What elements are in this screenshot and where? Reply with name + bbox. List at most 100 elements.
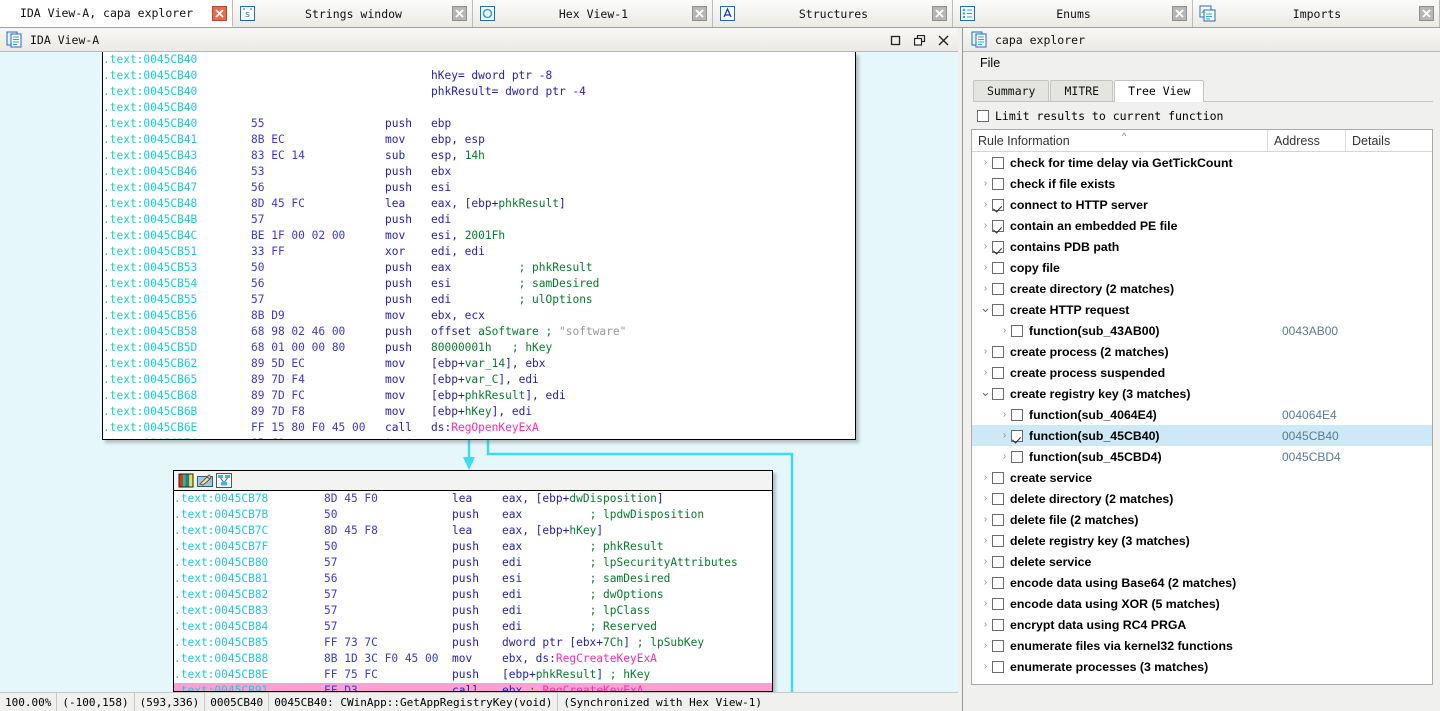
row-checkbox[interactable] [1011, 430, 1023, 442]
row-checkbox[interactable] [992, 283, 1004, 295]
disassembly-line[interactable]: .text:0045CB8156pushesi ; samDesired [174, 571, 772, 587]
chevron-right-icon[interactable]: › [979, 263, 992, 273]
chevron-right-icon[interactable]: › [979, 515, 992, 525]
rules-tree[interactable]: Rule Information ^ Address Details ›chec… [971, 129, 1433, 685]
row-checkbox[interactable] [992, 535, 1004, 547]
disassembly-line[interactable]: .text:0045CB40 [103, 52, 855, 68]
disassembly-line[interactable]: .text:0045CB8457pushedi ; Reserved [174, 619, 772, 635]
close-icon[interactable] [691, 5, 708, 22]
row-checkbox[interactable] [992, 346, 1004, 358]
graph-node-basic-block-a[interactable]: .text:0045CB40.text:0045CB40hKey= dword … [102, 52, 856, 440]
chevron-right-icon[interactable]: › [979, 158, 992, 168]
chevron-right-icon[interactable]: › [979, 221, 992, 231]
chevron-right-icon[interactable]: › [979, 536, 992, 546]
tree-row[interactable]: ›delete registry key (3 matches) [972, 530, 1432, 551]
graph-icon[interactable] [216, 473, 232, 488]
row-checkbox[interactable] [1011, 325, 1023, 337]
tree-row[interactable]: ›delete service [972, 551, 1432, 572]
disassembly-line[interactable]: .text:0045CB6889 7D FCmov[ebp+phkResult]… [103, 388, 855, 404]
close-icon[interactable] [1171, 5, 1188, 22]
disassembly-line[interactable]: .text:0045CB5557pushedi ; ulOptions [103, 292, 855, 308]
tree-row[interactable]: ›function(sub_45CBD4)0045CBD4 [972, 446, 1432, 467]
disassembly-line[interactable]: .text:0045CB40phkResult= dword ptr -4 [103, 84, 855, 100]
column-header-details[interactable]: Details [1346, 130, 1426, 151]
disassembly-line[interactable]: .text:0045CB8257pushedi ; dwOptions [174, 587, 772, 603]
tab-tree-view[interactable]: Tree View [1114, 80, 1204, 102]
row-checkbox[interactable] [992, 619, 1004, 631]
chevron-right-icon[interactable]: › [979, 620, 992, 630]
limit-results-row[interactable]: Limit results to current function [971, 102, 1433, 129]
tab-hex-view-1[interactable]: Hex View-1 [473, 0, 713, 27]
graph-node-basic-block-b[interactable]: .text:0045CB788D 45 F0leaeax, [ebp+dwDis… [173, 470, 773, 692]
disassembly-line[interactable]: .text:0045CB5868 98 02 46 00pushoffset a… [103, 324, 855, 340]
ida-view-titlebar[interactable]: IDA View-A [0, 28, 958, 52]
disassembly-line[interactable]: .text:0045CB85FF 73 7Cpushdword ptr [ebx… [174, 635, 772, 651]
row-checkbox[interactable] [992, 577, 1004, 589]
column-header-address[interactable]: Address [1268, 130, 1346, 151]
row-checkbox[interactable] [992, 304, 1004, 316]
tab-summary[interactable]: Summary [973, 80, 1049, 101]
row-checkbox[interactable] [992, 367, 1004, 379]
maximize-button[interactable] [913, 34, 926, 47]
tab-mitre[interactable]: MITRE [1050, 80, 1113, 101]
close-icon[interactable] [1418, 5, 1435, 22]
tree-row[interactable]: ›connect to HTTP server [972, 194, 1432, 215]
menu-file[interactable]: File [975, 54, 1005, 72]
disassembly-line[interactable]: .text:0045CB7C8D 45 F8leaeax, [ebp+hKey] [174, 523, 772, 539]
row-checkbox[interactable] [992, 598, 1004, 610]
disassembly-line[interactable]: .text:0045CB4CBE 1F 00 02 00movesi, 2001… [103, 228, 855, 244]
tree-row[interactable]: ›create directory (2 matches) [972, 278, 1432, 299]
tree-row[interactable]: ›delete file (2 matches) [972, 509, 1432, 530]
tab-enums[interactable]: Enums [953, 0, 1193, 27]
row-checkbox[interactable] [992, 199, 1004, 211]
tree-row[interactable]: ›check if file exists [972, 173, 1432, 194]
chevron-right-icon[interactable]: › [979, 557, 992, 567]
pencil-icon[interactable] [197, 473, 213, 488]
row-checkbox[interactable] [1011, 409, 1023, 421]
tree-row[interactable]: ›function(sub_4064E4)004064E4 [972, 404, 1432, 425]
chevron-right-icon[interactable]: › [979, 599, 992, 609]
tree-row[interactable]: ›create process (2 matches) [972, 341, 1432, 362]
tree-row[interactable]: ›contains PDB path [972, 236, 1432, 257]
disassembly-line[interactable]: .text:0045CB8057pushedi ; lpSecurityAttr… [174, 555, 772, 571]
tree-row[interactable]: ›enumerate files via kernel32 functions [972, 635, 1432, 656]
disassembly-line[interactable]: .text:0045CB488D 45 FCleaeax, [ebp+phkRe… [103, 196, 855, 212]
tree-row[interactable]: ⌄create HTTP request [972, 299, 1432, 320]
chevron-right-icon[interactable]: › [979, 242, 992, 252]
disassembly-line[interactable]: .text:0045CB888B 1D 3C F0 45 00movebx, d… [174, 651, 772, 667]
tree-row[interactable]: ›copy file [972, 257, 1432, 278]
tree-row[interactable]: ›delete directory (2 matches) [972, 488, 1432, 509]
disassembly-line[interactable]: .text:0045CB8EFF 75 FCpush[ebp+phkResult… [174, 667, 772, 683]
disassembly-line[interactable]: .text:0045CB5D68 01 00 00 80push80000001… [103, 340, 855, 356]
row-checkbox[interactable] [992, 262, 1004, 274]
row-checkbox[interactable] [992, 493, 1004, 505]
tree-row[interactable]: ›create process suspended [972, 362, 1432, 383]
chevron-right-icon[interactable]: › [979, 641, 992, 651]
palette-icon[interactable] [178, 473, 194, 488]
tree-row[interactable]: ›create service [972, 467, 1432, 488]
disassembly-line[interactable]: .text:0045CB40hKey= dword ptr -8 [103, 68, 855, 84]
close-icon[interactable] [451, 5, 468, 22]
chevron-right-icon[interactable]: › [998, 410, 1011, 420]
tree-row[interactable]: ›contain an embedded PE file [972, 215, 1432, 236]
chevron-right-icon[interactable]: › [979, 494, 992, 504]
disassembly-line[interactable]: .text:0045CB6B89 7D F8mov[ebp+hKey], edi [103, 404, 855, 420]
limit-results-checkbox[interactable] [977, 110, 989, 122]
tree-row[interactable]: ›encrypt data using RC4 PRGA [972, 614, 1432, 635]
chevron-right-icon[interactable]: › [979, 368, 992, 378]
row-checkbox[interactable] [992, 241, 1004, 253]
disassembly-line[interactable]: .text:0045CB7F50pusheax ; phkResult [174, 539, 772, 555]
chevron-right-icon[interactable]: › [979, 662, 992, 672]
disassembly-line[interactable]: .text:0045CB4756pushesi [103, 180, 855, 196]
close-button[interactable] [937, 34, 950, 47]
restore-button[interactable] [889, 34, 902, 47]
row-checkbox[interactable] [992, 388, 1004, 400]
capa-explorer-titlebar[interactable]: capa explorer [963, 28, 1440, 52]
disassembly-line[interactable]: .text:0045CB5350pusheax ; phkResult [103, 260, 855, 276]
disassembly-line[interactable]: .text:0045CB5456pushesi ; samDesired [103, 276, 855, 292]
close-icon[interactable] [931, 5, 948, 22]
disassembly-line[interactable]: .text:0045CB6589 7D F4mov[ebp+var_C], ed… [103, 372, 855, 388]
tab-structures[interactable]: Structures [713, 0, 953, 27]
chevron-right-icon[interactable]: › [979, 284, 992, 294]
chevron-right-icon[interactable]: › [998, 452, 1011, 462]
